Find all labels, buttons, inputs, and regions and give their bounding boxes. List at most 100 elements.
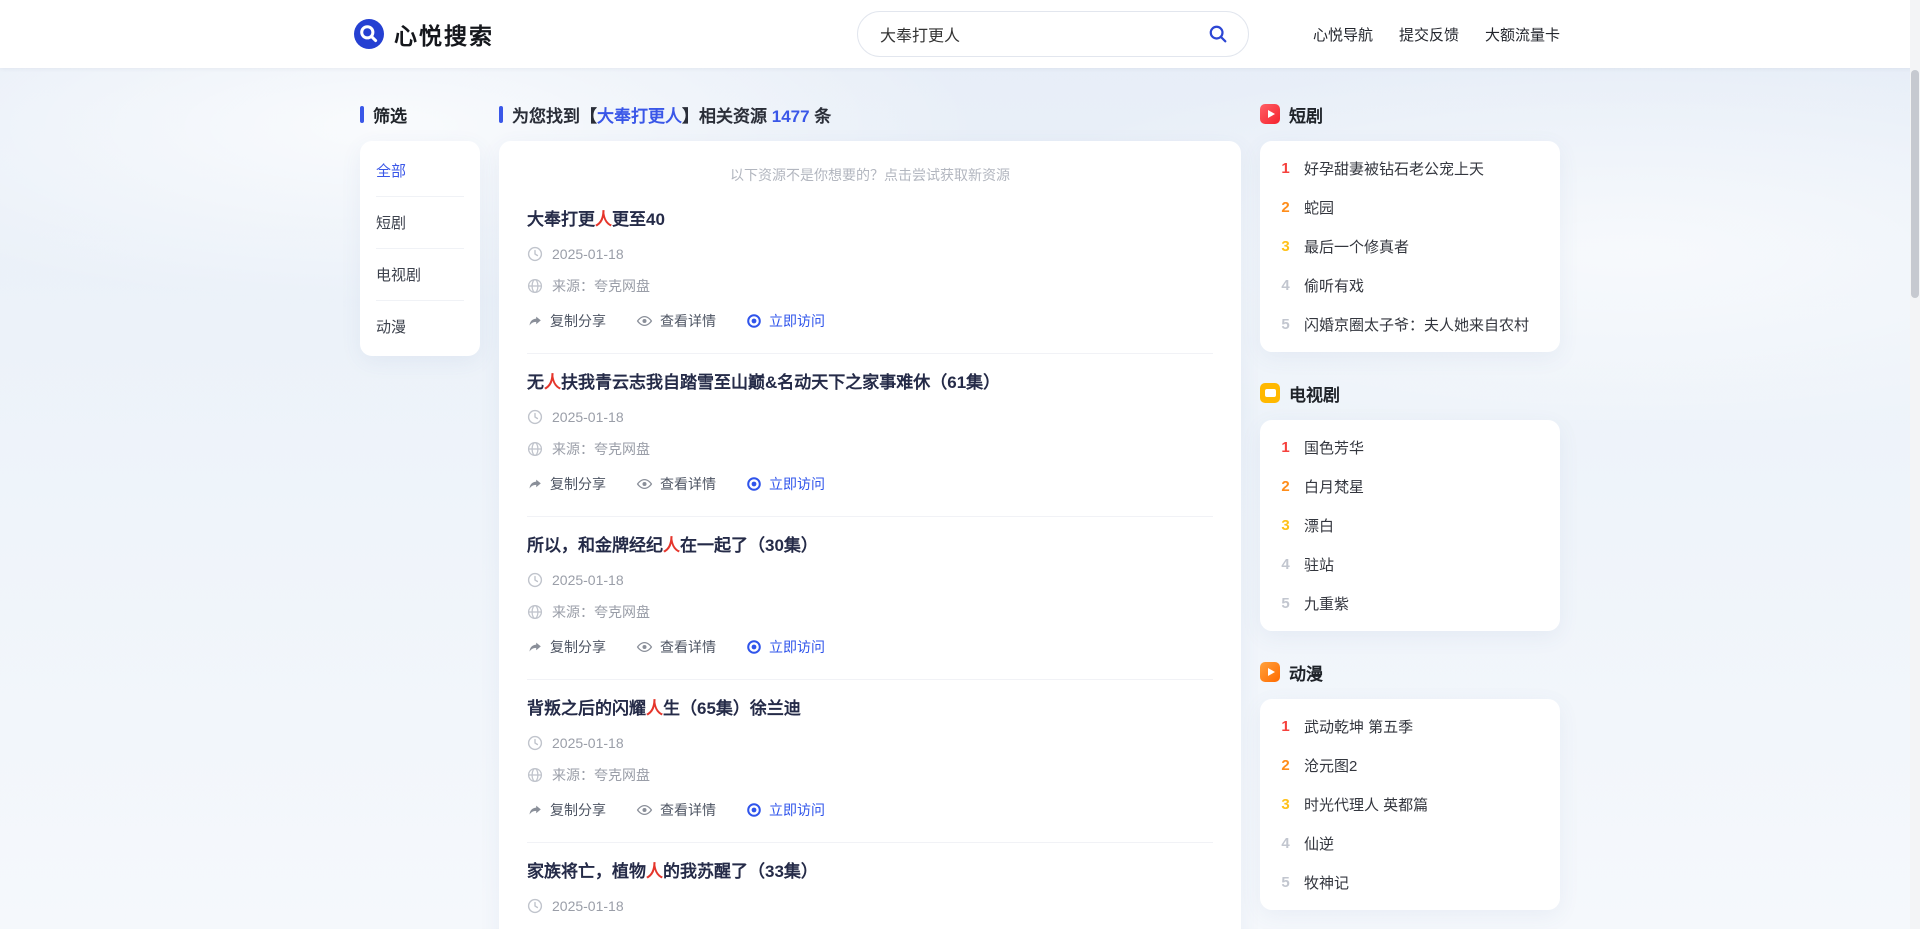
action-label: 复制分享 <box>550 476 606 492</box>
heading-keyword: 大奉打更人 <box>597 106 682 126</box>
title-text: 在一起了（30集） <box>680 536 818 555</box>
copy-share-button[interactable]: 复制分享 <box>527 800 606 820</box>
view-detail-button[interactable]: 查看详情 <box>636 474 716 494</box>
rank-number: 2 <box>1281 757 1290 774</box>
view-detail-button[interactable]: 查看详情 <box>636 800 716 820</box>
result-title[interactable]: 无人扶我青云志我自踏雪至山巅&名动天下之家事难休（61集） <box>527 371 1213 395</box>
result-title[interactable]: 背叛之后的闪耀人生（65集）徐兰迪 <box>527 697 1213 721</box>
search-bar <box>857 11 1249 57</box>
top-header: 心悦搜索 心悦导航 提交反馈 大额流量卡 <box>0 0 1920 68</box>
globe-icon <box>527 767 543 783</box>
search-button[interactable] <box>1202 18 1234 50</box>
eye-icon <box>636 476 653 492</box>
title-text: 更至40 <box>612 210 665 229</box>
ranking-title: 动漫 <box>1289 664 1323 684</box>
play-icon <box>1260 104 1280 124</box>
rank-label: 闪婚京圈太子爷：夫人她来自农村 <box>1304 317 1530 334</box>
action-label: 查看详情 <box>660 802 716 818</box>
nav-link-navigation[interactable]: 心悦导航 <box>1313 24 1373 45</box>
action-label: 查看详情 <box>660 476 716 492</box>
page-scrollbar[interactable] <box>1910 0 1920 929</box>
visit-now-button[interactable]: 立即访问 <box>746 311 825 331</box>
accent-bar <box>360 105 364 123</box>
scrollbar-thumb[interactable] <box>1911 70 1919 298</box>
result-title[interactable]: 家族将亡，植物人的我苏醒了（33集） <box>527 860 1213 884</box>
result-title[interactable]: 所以，和金牌经纪人在一起了（30集） <box>527 534 1213 558</box>
result-source: 来源：夸克网盘 <box>552 767 650 783</box>
filter-item-shortplay[interactable]: 短剧 <box>376 197 464 249</box>
brand-logo-icon <box>354 19 384 49</box>
filter-card: 全部 短剧 电视剧 动漫 <box>360 141 480 356</box>
globe-icon <box>527 278 543 294</box>
result-date: 2025-01-18 <box>552 409 624 425</box>
visit-now-button[interactable]: 立即访问 <box>746 800 825 820</box>
share-icon <box>527 313 543 329</box>
result-source: 来源：夸克网盘 <box>552 278 650 294</box>
rank-item[interactable]: 2 蛇园 <box>1278 188 1542 227</box>
action-label: 复制分享 <box>550 802 606 818</box>
rank-number: 1 <box>1281 439 1290 456</box>
rank-item[interactable]: 1 好孕甜妻被钻石老公宠上天 <box>1278 149 1542 188</box>
visit-now-button[interactable]: 立即访问 <box>746 474 825 494</box>
heading-mid: 】相关资源 <box>682 106 772 126</box>
rank-item[interactable]: 3 时光代理人 英都篇 <box>1278 785 1542 824</box>
play-icon <box>1260 662 1280 682</box>
result-source-row: 来源：夸克网盘 <box>527 276 1213 296</box>
nav-link-data-card[interactable]: 大额流量卡 <box>1485 24 1560 45</box>
ranking-title: 短剧 <box>1289 106 1323 126</box>
heading-pre: 为您找到【 <box>512 106 597 126</box>
action-label: 查看详情 <box>660 639 716 655</box>
result-item: 大奉打更人更至40 2025-01-18 来源：夸克网盘 复制分享 查看详情 立… <box>527 191 1213 354</box>
rank-item[interactable]: 1 国色芳华 <box>1278 428 1542 467</box>
rank-item[interactable]: 4 偷听有戏 <box>1278 266 1542 305</box>
filter-item-tv[interactable]: 电视剧 <box>376 249 464 301</box>
rank-item[interactable]: 3 最后一个修真者 <box>1278 227 1542 266</box>
result-source-row: 来源：夸克网盘 <box>527 439 1213 459</box>
rank-item[interactable]: 5 牧神记 <box>1278 863 1542 902</box>
rank-label: 时光代理人 英都篇 <box>1304 797 1429 814</box>
visit-icon <box>746 313 762 329</box>
action-label: 复制分享 <box>550 313 606 329</box>
result-source: 来源：夸克网盘 <box>552 441 650 457</box>
refresh-notice[interactable]: 以下资源不是你想要的？点击尝试获取新资源 <box>527 159 1213 191</box>
eye-icon <box>636 313 653 329</box>
rank-item[interactable]: 5 九重紫 <box>1278 584 1542 623</box>
rank-item[interactable]: 1 武动乾坤 第五季 <box>1278 707 1542 746</box>
result-date: 2025-01-18 <box>552 898 624 914</box>
copy-share-button[interactable]: 复制分享 <box>527 311 606 331</box>
brand-logo[interactable]: 心悦搜索 <box>354 17 494 51</box>
title-text: 家族将亡，植物 <box>527 862 646 881</box>
copy-share-button[interactable]: 复制分享 <box>527 637 606 657</box>
result-title[interactable]: 大奉打更人更至40 <box>527 208 1213 232</box>
rank-item[interactable]: 3 漂白 <box>1278 506 1542 545</box>
result-date-row: 2025-01-18 <box>527 246 1213 262</box>
filter-item-anime[interactable]: 动漫 <box>376 301 464 352</box>
view-detail-button[interactable]: 查看详情 <box>636 311 716 331</box>
title-text: 生（65集）徐兰迪 <box>663 699 801 718</box>
ranking-tv: 电视剧 1 国色芳华 2 白月梵星 3 漂白 4 驻站 5 九重紫 <box>1260 381 1560 631</box>
rank-item[interactable]: 4 仙逆 <box>1278 824 1542 863</box>
title-text: 大奉打更 <box>527 210 595 229</box>
eye-icon <box>636 802 653 818</box>
ranking-card: 1 武动乾坤 第五季 2 沧元图2 3 时光代理人 英都篇 4 仙逆 5 牧神记 <box>1260 699 1560 910</box>
search-input[interactable] <box>880 25 1202 43</box>
rank-number: 4 <box>1281 556 1290 573</box>
title-text: 的我苏醒了（33集） <box>663 862 818 881</box>
filter-item-all[interactable]: 全部 <box>376 145 464 197</box>
nav-link-feedback[interactable]: 提交反馈 <box>1399 24 1459 45</box>
visit-icon <box>746 639 762 655</box>
title-highlight: 人 <box>646 862 663 881</box>
rank-item[interactable]: 2 沧元图2 <box>1278 746 1542 785</box>
view-detail-button[interactable]: 查看详情 <box>636 637 716 657</box>
rank-item[interactable]: 5 闪婚京圈太子爷：夫人她来自农村 <box>1278 305 1542 344</box>
rank-label: 武动乾坤 第五季 <box>1304 719 1414 736</box>
rank-item[interactable]: 2 白月梵星 <box>1278 467 1542 506</box>
visit-now-button[interactable]: 立即访问 <box>746 637 825 657</box>
rank-number: 1 <box>1281 160 1290 177</box>
action-label: 复制分享 <box>550 639 606 655</box>
copy-share-button[interactable]: 复制分享 <box>527 474 606 494</box>
globe-icon <box>527 604 543 620</box>
rank-item[interactable]: 4 驻站 <box>1278 545 1542 584</box>
results-heading: 为您找到【大奉打更人】相关资源 1477 条 <box>512 102 831 127</box>
title-text: 无 <box>527 373 544 392</box>
